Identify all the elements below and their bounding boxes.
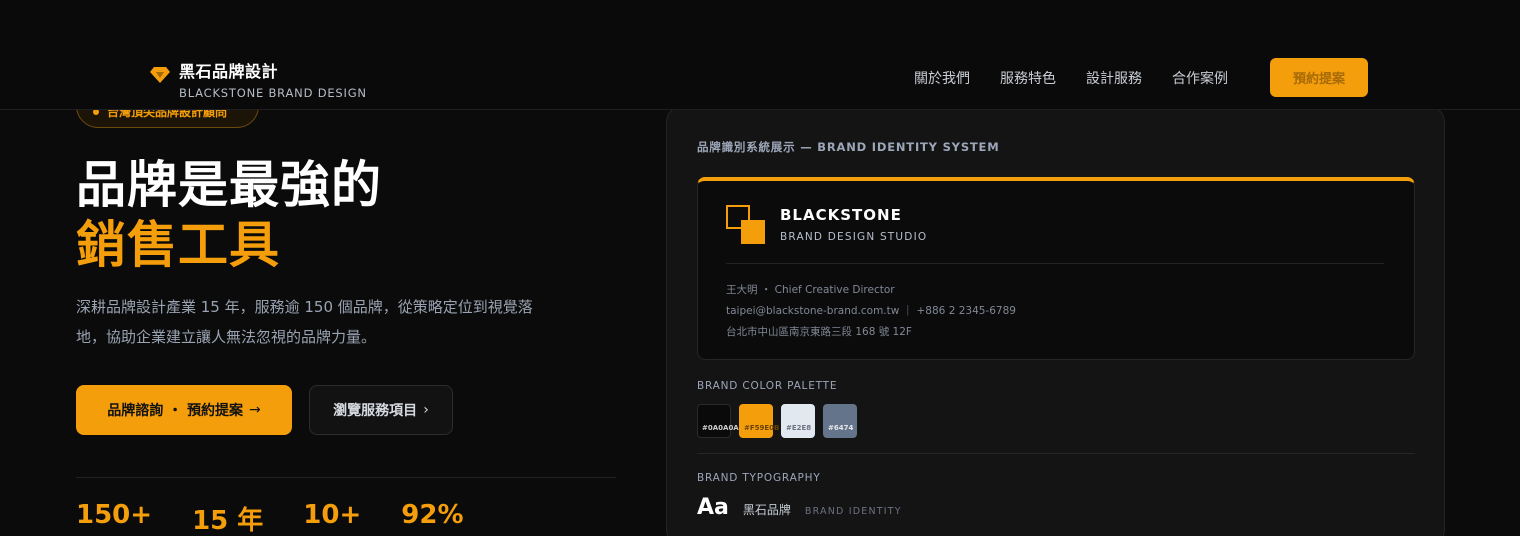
nav-link-services[interactable]: 設計服務 <box>1086 68 1142 88</box>
panel-heading: 品牌識別系統展示 — BRAND IDENTITY SYSTEM <box>697 140 1000 154</box>
typography-label: BRAND TYPOGRAPHY <box>697 472 821 484</box>
hero-title: 品牌是最強的 銷售工具 <box>76 155 382 275</box>
card-contact: taipei@blackstone-brand.com.tw ｜ +886 2 … <box>726 305 1016 317</box>
browse-services-button[interactable]: 瀏覽服務項目 › <box>309 385 453 435</box>
brand-identity-panel: 品牌識別系統展示 — BRAND IDENTITY SYSTEM BLACKST… <box>666 106 1445 536</box>
card-divider <box>726 263 1384 264</box>
palette-label: BRAND COLOR PALETTE <box>697 380 838 392</box>
chevron-right-icon: › <box>423 402 429 418</box>
card-person: 王大明 ・ Chief Creative Director <box>726 284 895 296</box>
type-sample-cn: 黑石品牌 <box>742 503 791 517</box>
typography-sample: Aa 黑石品牌 BRAND IDENTITY <box>697 495 902 520</box>
stat-years: 15 年 <box>192 506 264 536</box>
hero-description: 深耕品牌設計產業 15 年，服務逾 150 個品牌，從策略定位到視覺落地，協助企… <box>76 298 533 346</box>
type-sample-aa: Aa <box>697 495 729 520</box>
business-card-preview: BLACKSTONE BRAND DESIGN STUDIO 王大明 ・ Chi… <box>697 177 1415 360</box>
logo-title: 黑石品牌設計 <box>179 62 279 81</box>
panel-divider <box>697 453 1415 454</box>
brand-consult-button[interactable]: 品牌諮詢 ・ 預約提案 → <box>76 385 292 435</box>
card-brand-name: BLACKSTONE <box>780 206 902 224</box>
swatch-amber: #F59E0B <box>739 404 779 438</box>
card-address: 台北市中山區南京東路三段 168 號 12F <box>726 326 912 338</box>
stat-satisfaction: 92% <box>401 500 464 530</box>
blackstone-squares-icon <box>726 205 766 245</box>
swatch-light-gray: #E2E8 <box>781 404 815 438</box>
stat-awards: 10+ <box>303 500 362 530</box>
swatch-black: #0A0A0A <box>697 404 739 438</box>
nav-link-about[interactable]: 關於我們 <box>914 68 970 88</box>
top-navbar: 黑石品牌設計 BLACKSTONE BRAND DESIGN 關於我們 服務特色… <box>0 0 1520 110</box>
book-proposal-button[interactable]: 預約提案 <box>1270 58 1368 97</box>
main-nav: 關於我們 服務特色 設計服務 合作案例 <box>914 68 1258 88</box>
stat-brands: 150+ <box>76 500 153 530</box>
arrow-right-icon: → <box>249 402 261 418</box>
nav-link-cases[interactable]: 合作案例 <box>1172 68 1228 88</box>
logo-subtitle: BLACKSTONE BRAND DESIGN <box>179 86 367 100</box>
diamond-logo-icon <box>150 67 170 83</box>
swatch-slate: #6474 <box>823 404 857 438</box>
brand-consult-label: 品牌諮詢 ・ 預約提案 <box>107 403 243 419</box>
type-sample-en: BRAND IDENTITY <box>804 506 902 517</box>
hero-title-line2: 銷售工具 <box>76 216 280 274</box>
browse-services-label: 瀏覽服務項目 <box>333 403 418 419</box>
stats-row: 150+ 15 年 10+ 92% <box>76 500 504 536</box>
stats-divider <box>76 477 616 478</box>
hero-title-line1: 品牌是最強的 <box>76 156 382 214</box>
nav-link-features[interactable]: 服務特色 <box>1000 68 1056 88</box>
card-tagline: BRAND DESIGN STUDIO <box>780 231 928 243</box>
color-palette: #0A0A0A #F59E0B #E2E8 #6474 <box>697 404 865 438</box>
